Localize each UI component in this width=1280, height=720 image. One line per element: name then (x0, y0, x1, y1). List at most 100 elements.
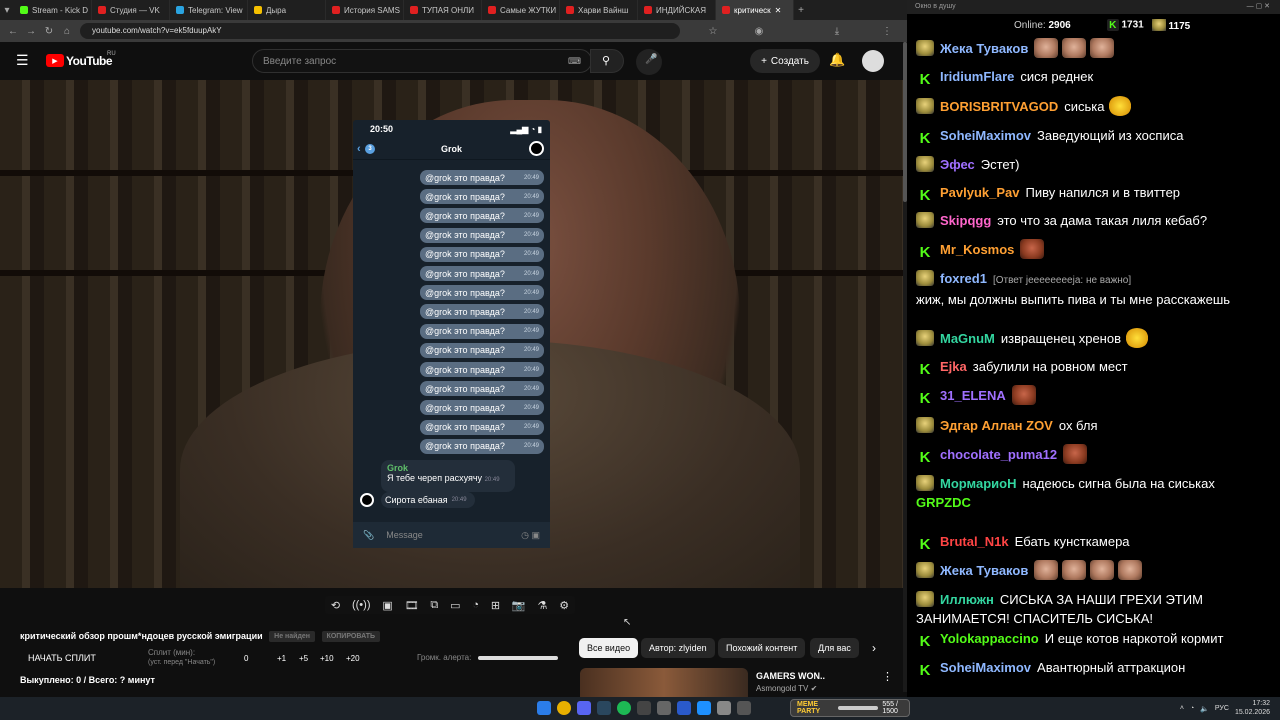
flask-icon[interactable]: ⚗ (537, 599, 547, 612)
forward-icon[interactable]: → (24, 26, 38, 37)
chat-username[interactable]: BORISBRITVAGOD (940, 99, 1058, 114)
meme-party-widget[interactable]: MEME PARTY 555 / 1500 (790, 699, 910, 717)
app-icon[interactable] (717, 701, 731, 715)
avatar[interactable] (862, 50, 884, 72)
telegram-icon[interactable] (697, 701, 711, 715)
browser-tab[interactable]: ТУПАЯ ОНЛИ (404, 0, 482, 20)
screen-record-icon[interactable]: ▣ (382, 599, 392, 612)
chat-username[interactable]: chocolate_puma12 (940, 447, 1057, 462)
chat-username[interactable]: Yolokappaccino (940, 631, 1039, 646)
url-field[interactable]: youtube.com/watch?v=ek5fduupAkY (80, 23, 680, 39)
browser-tab[interactable]: Самые ЖУТКИ (482, 0, 560, 20)
browser-tab[interactable]: История SAMS (326, 0, 404, 20)
create-button[interactable]: + Создать (750, 49, 820, 73)
chat-username[interactable]: МормариоН (940, 476, 1016, 491)
chat-username[interactable]: Эдгар Аллан ZOV (940, 418, 1053, 433)
home-icon[interactable]: ⌂ (60, 26, 74, 37)
chat-username[interactable]: foxred1 (940, 271, 987, 286)
chat-username[interactable]: Жека Туваков (940, 41, 1028, 56)
network-icon[interactable]: ◔ (1190, 705, 1194, 712)
chip-similar[interactable]: Похожий контент (718, 638, 806, 658)
settings-gear-icon[interactable]: ⚙ (559, 599, 569, 612)
chat-username[interactable]: Mr_Kosmos (940, 242, 1014, 257)
voice-search-button[interactable]: 🎤 (636, 49, 662, 75)
browser-tab[interactable]: Дыра (248, 0, 326, 20)
split-value-button[interactable]: +20 (346, 654, 360, 663)
window-controls-icon[interactable]: — ▢ ✕ (1247, 2, 1270, 10)
more-options-icon[interactable]: ⋮ (882, 670, 893, 683)
youtube-logo-text[interactable]: YouTube (66, 54, 113, 68)
search-button[interactable]: ⚲ (590, 49, 624, 73)
start-split-button[interactable]: НАЧАТЬ СПЛИТ (28, 653, 96, 663)
chat-username[interactable]: SoheiMaximov (940, 128, 1031, 143)
theater-icon[interactable]: ▭ (450, 599, 460, 612)
split-value-button[interactable]: +10 (320, 654, 334, 663)
reload-icon[interactable]: ↻ (42, 26, 56, 37)
chat-username[interactable]: SoheiMaximov (940, 660, 1031, 675)
browser-tab[interactable]: ИНДИЙСКАЯ (638, 0, 716, 20)
chip-for-you[interactable]: Для вас (810, 638, 859, 658)
browser-tab[interactable]: Харви Вайнш (560, 0, 638, 20)
clock[interactable]: 17:32 15.02.2026 (1235, 700, 1270, 717)
alert-volume-slider[interactable] (478, 656, 558, 660)
obs-icon[interactable] (637, 701, 651, 715)
chat-username[interactable]: Жека Туваков (940, 563, 1028, 578)
search-input[interactable]: Введите запрос (252, 49, 592, 73)
app-icon[interactable] (737, 701, 751, 715)
tray-chevron-icon[interactable]: ˄ (1180, 705, 1184, 712)
back-icon[interactable]: ← (6, 26, 20, 37)
recommended-video-title[interactable]: GAMERS WON.. (756, 671, 825, 681)
tab-list-icon[interactable]: ▾ (0, 5, 14, 16)
new-tab-icon[interactable]: + (794, 5, 808, 16)
clip-icon[interactable]: 🎞 (405, 599, 419, 612)
menu-dots-icon[interactable]: ⋮ (880, 26, 894, 37)
message-text: @grok это правда? (425, 230, 505, 241)
chat-username[interactable]: Skipqgg (940, 213, 991, 228)
star-icon[interactable]: ☆ (706, 26, 720, 37)
language-indicator[interactable]: РУС (1215, 705, 1229, 712)
chevron-right-icon[interactable]: › (872, 641, 876, 655)
chat-username[interactable]: Эфес (940, 157, 975, 172)
pip-icon[interactable]: ⧉ (430, 599, 438, 612)
speed-icon[interactable]: ◔ (472, 599, 479, 611)
chat-username[interactable]: MaGnuM (940, 331, 995, 346)
app-icon[interactable] (657, 701, 671, 715)
chip-author[interactable]: Автор: zlyiden (641, 638, 715, 658)
chat-username[interactable]: 31_ELENA (940, 388, 1006, 403)
discord-icon[interactable] (577, 701, 591, 715)
add-frame-icon[interactable]: ⊞ (491, 599, 500, 612)
copy-button[interactable]: КОПИРОВАТЬ (321, 631, 381, 643)
volume-icon[interactable]: 🔈 (1200, 705, 1209, 713)
video-player[interactable]: 20:50 ▂▄▆ ◔ ▮ ‹ 3 Grok @grok это правда?… (0, 80, 907, 588)
browser-tab[interactable]: Студия — VK (92, 0, 170, 20)
chat-username[interactable]: Brutal_N1k (940, 534, 1009, 549)
bell-icon[interactable]: 🔔 (829, 52, 845, 68)
recommended-video-channel[interactable]: Asmongold TV ✔ (756, 684, 817, 693)
download-icon[interactable]: ⤓ (830, 26, 844, 37)
browser-tab[interactable]: Telegram: View (170, 0, 248, 20)
chat-username[interactable]: Pavlyuk_Pav (940, 185, 1020, 200)
media-icon[interactable] (677, 701, 691, 715)
chat-username[interactable]: IridiumFlare (940, 69, 1014, 84)
chat-username[interactable]: Иллюжн (940, 592, 994, 607)
split-value-button[interactable]: +1 (277, 654, 286, 663)
broadcast-icon[interactable]: ((•)) (352, 599, 371, 611)
steam-icon[interactable] (597, 701, 611, 715)
hamburger-menu-icon[interactable]: ☰ (16, 52, 29, 69)
start-icon[interactable] (537, 701, 551, 715)
split-value-button[interactable]: +5 (299, 654, 308, 663)
extension-icon[interactable]: ◉ (752, 26, 766, 37)
spotify-icon[interactable] (617, 701, 631, 715)
youtube-logo-icon[interactable]: ▶ (46, 54, 64, 67)
not-found-button[interactable]: Не найден (269, 631, 316, 643)
browser-tab[interactable]: Stream - Kick D (14, 0, 92, 20)
close-icon[interactable]: ✕ (775, 6, 782, 15)
screenshot-icon[interactable]: 📷 (512, 599, 526, 612)
loop-icon[interactable]: ⟲ (331, 599, 340, 612)
split-value-button[interactable]: 0 (244, 654, 248, 663)
chat-username[interactable]: Ejka (940, 359, 967, 374)
chip-all-videos[interactable]: Все видео (579, 638, 639, 658)
browser-tab-active[interactable]: критическ ✕ (716, 0, 794, 20)
keyboard-icon[interactable]: ⌨ (568, 56, 581, 67)
chrome-icon[interactable] (557, 701, 571, 715)
